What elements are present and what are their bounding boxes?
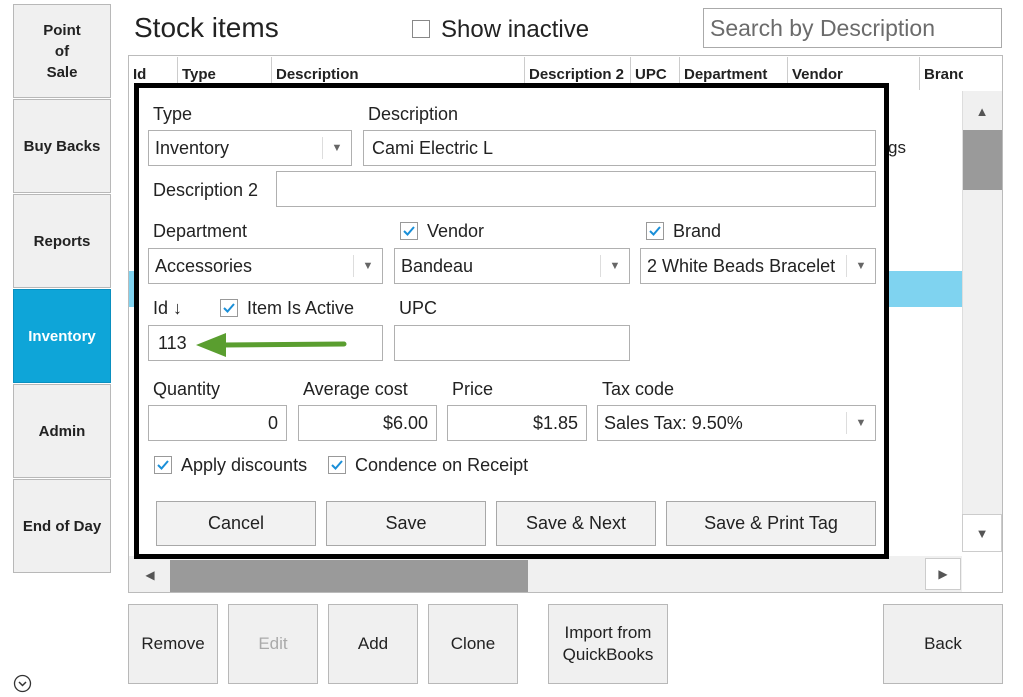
dropdown-arrow-icon: ▼ xyxy=(609,260,621,272)
checkmark-icon xyxy=(649,226,661,236)
scroll-up-icon[interactable]: ▲ xyxy=(962,91,1002,131)
average-cost-label: Average cost xyxy=(303,379,408,399)
department-label: Department xyxy=(153,221,248,241)
apply-discounts-label: Apply discounts xyxy=(181,455,308,475)
vendor-checkbox[interactable] xyxy=(400,222,418,240)
scroll-down-icon[interactable]: ▼ xyxy=(962,514,1002,552)
upc-field[interactable] xyxy=(394,325,630,361)
tax-code-label: Tax code xyxy=(602,379,675,399)
condence-on-receipt-checkbox[interactable] xyxy=(328,456,346,474)
tax-code-value: Sales Tax: 9.50% xyxy=(604,412,743,433)
department-value: Accessories xyxy=(155,255,253,276)
brand-select[interactable]: 2 White Beads Bracelet ▼ xyxy=(640,248,876,284)
quantity-field[interactable]: 0 xyxy=(148,405,287,441)
import-from-quickbooks-button[interactable]: Import from QuickBooks xyxy=(548,604,668,684)
description-2-field[interactable] xyxy=(276,171,876,207)
column-header-brand[interactable]: Brand xyxy=(919,57,963,90)
scroll-left-icon[interactable]: ◀ xyxy=(133,560,167,590)
brand-label: Brand xyxy=(673,221,722,241)
checkmark-icon xyxy=(223,303,235,313)
condence-on-receipt-label: Condence on Receipt xyxy=(355,455,529,475)
save-and-print-tag-button[interactable]: Save & Print Tag xyxy=(666,501,876,546)
show-inactive-label[interactable]: Show inactive xyxy=(441,16,589,44)
nav-buy-backs[interactable]: Buy Backs xyxy=(13,99,111,193)
nav-reports[interactable]: Reports xyxy=(13,194,111,288)
tax-code-select[interactable]: Sales Tax: 9.50% ▼ xyxy=(597,405,876,441)
department-select[interactable]: Accessories ▼ xyxy=(148,248,383,284)
vendor-value: Bandeau xyxy=(401,255,474,276)
type-value: Inventory xyxy=(155,137,230,158)
back-button[interactable]: Back xyxy=(883,604,1003,684)
add-button[interactable]: Add xyxy=(328,604,418,684)
vendor-select[interactable]: Bandeau ▼ xyxy=(394,248,630,284)
quantity-label: Quantity xyxy=(153,379,221,399)
item-active-checkbox[interactable] xyxy=(220,299,238,317)
vendor-label: Vendor xyxy=(427,221,485,241)
id-label[interactable]: Id ↓ xyxy=(153,298,182,319)
save-button[interactable]: Save xyxy=(326,501,486,546)
average-cost-field[interactable]: $6.00 xyxy=(298,405,437,441)
green-arrow-icon xyxy=(196,333,347,357)
remove-button[interactable]: Remove xyxy=(128,604,218,684)
description-2-label: Description 2 xyxy=(153,180,259,200)
show-inactive-checkbox[interactable] xyxy=(412,20,430,38)
cancel-button[interactable]: Cancel xyxy=(156,501,316,546)
table-cell-fragment: gs xyxy=(888,138,906,157)
chevron-down-circle-icon[interactable] xyxy=(13,674,32,693)
nav-end-of-day[interactable]: End of Day xyxy=(13,479,111,573)
nav-point-of-sale[interactable]: Point of Sale xyxy=(13,4,111,98)
apply-discounts-checkbox[interactable] xyxy=(154,456,172,474)
upc-label: UPC xyxy=(399,298,438,318)
nav-inventory[interactable]: Inventory xyxy=(13,289,111,383)
price-field[interactable]: $1.85 xyxy=(447,405,587,441)
checkmark-icon xyxy=(331,460,343,470)
dropdown-arrow-icon: ▼ xyxy=(362,260,374,272)
nav-admin[interactable]: Admin xyxy=(13,384,111,478)
brand-checkbox[interactable] xyxy=(646,222,664,240)
search-input[interactable] xyxy=(703,8,1002,48)
item-active-label: Item Is Active xyxy=(247,298,355,318)
edit-button[interactable]: Edit xyxy=(228,604,318,684)
checkmark-icon xyxy=(157,460,169,470)
save-and-next-button[interactable]: Save & Next xyxy=(496,501,656,546)
checkmark-icon xyxy=(403,226,415,236)
type-select[interactable]: Inventory ▼ xyxy=(148,130,352,166)
vertical-scroll-thumb[interactable] xyxy=(963,130,1002,190)
description-label: Description xyxy=(368,104,459,124)
dropdown-arrow-icon: ▼ xyxy=(855,260,867,272)
description-field[interactable]: Cami Electric L xyxy=(363,130,876,166)
dropdown-arrow-icon: ▼ xyxy=(331,142,343,154)
scroll-right-icon[interactable]: ▶ xyxy=(925,558,961,590)
dropdown-arrow-icon: ▼ xyxy=(855,417,867,429)
clone-button[interactable]: Clone xyxy=(428,604,518,684)
type-label: Type xyxy=(153,104,193,124)
horizontal-scroll-thumb[interactable] xyxy=(170,560,528,592)
page-title: Stock items xyxy=(134,12,279,43)
price-label: Price xyxy=(452,379,494,399)
brand-value: 2 White Beads Bracelet xyxy=(647,255,836,276)
